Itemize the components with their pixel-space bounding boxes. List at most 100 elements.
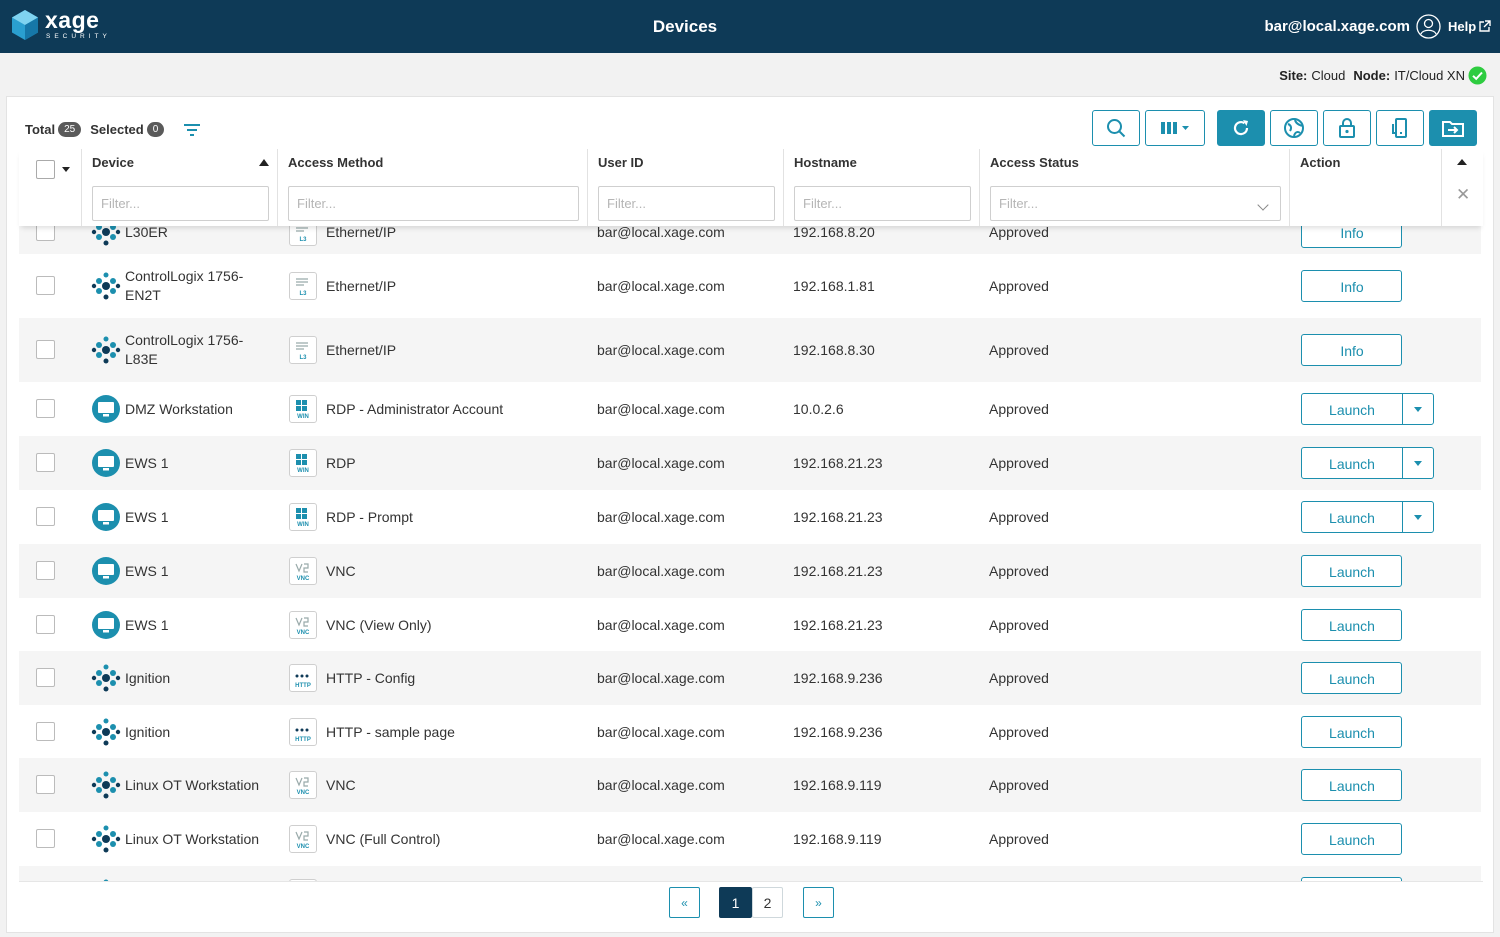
device-name[interactable]: EWS 1 [125, 562, 265, 581]
device-name[interactable]: Ignition [125, 669, 265, 688]
table-row[interactable]: VNC [19, 866, 1481, 881]
launch-button[interactable]: Launch [1301, 447, 1434, 479]
launch-button[interactable]: Launch [1301, 393, 1434, 425]
launch-button[interactable]: Launch [1301, 501, 1434, 533]
launch-options-dropdown[interactable] [1402, 448, 1433, 478]
row-checkbox[interactable] [36, 340, 55, 359]
workstation-icon [91, 556, 121, 586]
prev-page-button[interactable]: « [669, 887, 700, 918]
info-button[interactable]: Info [1301, 270, 1402, 302]
access-method-filter-input[interactable] [288, 186, 579, 221]
column-user-id[interactable]: User ID [588, 149, 784, 226]
launch-button[interactable]: Launch [1301, 823, 1402, 855]
device-name[interactable]: DMZ Workstation [125, 400, 265, 419]
protocol-tag: VNC [296, 790, 310, 796]
column-access-status-label: Access Status [990, 155, 1079, 170]
device-name[interactable]: Ignition [125, 723, 265, 742]
access-status: Approved [989, 563, 1049, 579]
user-avatar-icon[interactable] [1416, 14, 1441, 39]
table-row[interactable]: EWS 1 WIN RDP bar@local.xage.com 192.168.21.… [19, 436, 1481, 490]
access-method: VNC (View Only) [326, 616, 432, 633]
node-label: Node: [1353, 68, 1391, 83]
device-name[interactable]: Linux OT Workstation [125, 776, 265, 795]
column-access-method[interactable]: Access Method [278, 149, 588, 226]
device-name[interactable]: EWS 1 [125, 454, 265, 473]
table-row[interactable]: Linux OT Workstation VNC VNC bar@local.xage… [19, 758, 1481, 812]
sort-asc-icon[interactable] [259, 159, 269, 166]
user-id: bar@local.xage.com [597, 401, 725, 417]
row-checkbox[interactable] [36, 614, 55, 634]
column-device[interactable]: Device [82, 149, 278, 226]
device-name[interactable]: ControlLogix 1756-EN2T [125, 267, 265, 305]
row-checkbox[interactable] [36, 507, 55, 526]
access-method: Ethernet/IP [326, 224, 397, 240]
protocol-tag: VNC [296, 844, 310, 850]
protocol-tag: WIN [297, 414, 309, 420]
info-button[interactable]: Info [1301, 334, 1402, 366]
column-hostname-label: Hostname [794, 155, 857, 170]
launch-options-dropdown[interactable] [1402, 394, 1433, 424]
user-id: bar@local.xage.com [597, 455, 725, 471]
row-checkbox[interactable] [36, 721, 55, 741]
row-checkbox[interactable] [36, 775, 55, 794]
help-link[interactable]: Help [1448, 19, 1491, 34]
vnc-protocol-icon: VNC [289, 825, 317, 853]
user-id: bar@local.xage.com [597, 342, 725, 358]
http-protocol-icon: HTTP [289, 664, 317, 692]
table-row[interactable]: EWS 1 VNC VNC bar@local.xage.com 192.168.21.… [19, 544, 1481, 598]
column-hostname[interactable]: Hostname [784, 149, 980, 226]
hostname-filter-input[interactable] [794, 186, 971, 221]
top-bar: xage SECURITY Devices bar@local.xage.com… [0, 0, 1500, 53]
hostname: 192.168.21.23 [793, 509, 883, 525]
launch-button[interactable]: Launch [1301, 662, 1402, 694]
page-1-button[interactable]: 1 [719, 887, 752, 918]
access-method: VNC (Full Control) [326, 831, 441, 847]
site-node-info: Site: Cloud Node: IT/Cloud XN [1279, 66, 1487, 85]
table-row[interactable]: Ignition HTTP HTTP - sample page bar@local.… [19, 705, 1481, 758]
device-filter-input[interactable] [92, 186, 269, 221]
next-page-button[interactable]: » [803, 887, 834, 918]
protocol-tag: HTTP [295, 683, 311, 689]
row-checkbox[interactable] [36, 399, 55, 418]
user-id-filter-input[interactable] [598, 186, 775, 221]
row-checkbox[interactable] [36, 453, 55, 472]
user-id: bar@local.xage.com [597, 777, 725, 793]
table-header: Device Access Method User ID Hostname Ac… [19, 149, 1483, 226]
access-status-filter-select[interactable] [990, 186, 1281, 221]
select-all-checkbox[interactable] [36, 160, 55, 179]
access-method: RDP [326, 455, 356, 471]
table-row[interactable]: EWS 1 WIN RDP - Prompt bar@local.xage.com 19… [19, 490, 1481, 544]
device-name[interactable]: Linux OT Workstation [125, 830, 265, 849]
launch-options-dropdown[interactable] [1402, 502, 1433, 532]
table-row[interactable]: ControlLogix 1756-EN2T L3 Ethernet/IP bar@l… [19, 254, 1481, 318]
device-name[interactable]: ControlLogix 1756-L83E [125, 331, 265, 369]
select-menu-caret[interactable] [62, 167, 70, 172]
table-row[interactable]: ControlLogix 1756-L83E L3 Ethernet/IP bar@l… [19, 318, 1481, 382]
access-status: Approved [989, 455, 1049, 471]
column-access-status[interactable]: Access Status [980, 149, 1290, 226]
row-checkbox[interactable] [36, 829, 55, 848]
access-status: Approved [989, 670, 1049, 686]
device-name[interactable]: EWS 1 [125, 508, 265, 527]
page-2-button[interactable]: 2 [752, 887, 783, 918]
row-checkbox[interactable] [36, 561, 55, 580]
table-row[interactable]: Ignition HTTP HTTP - Config bar@local.xage.… [19, 651, 1481, 705]
access-status: Approved [989, 278, 1049, 294]
launch-button[interactable]: Launch [1301, 715, 1402, 748]
action-label: Launch [1329, 778, 1375, 794]
row-checkbox[interactable] [36, 276, 55, 295]
clear-filters-icon[interactable]: ✕ [1456, 185, 1470, 205]
row-checkbox[interactable] [36, 668, 55, 687]
table-row[interactable]: EWS 1 VNC VNC (View Only) bar@local.xage.co… [19, 598, 1481, 651]
user-email[interactable]: bar@local.xage.com [1264, 18, 1410, 35]
action-label: Launch [1329, 402, 1375, 418]
table-row[interactable]: Linux OT Workstation VNC VNC (Full Control… [19, 812, 1481, 866]
device-name[interactable]: EWS 1 [125, 616, 265, 635]
launch-button[interactable]: Launch [1301, 608, 1402, 641]
access-status: Approved [989, 342, 1049, 358]
column-action: Action [1290, 149, 1442, 226]
launch-button[interactable]: Launch [1301, 555, 1402, 587]
table-row[interactable]: DMZ Workstation WIN RDP - Administrator Ac… [19, 382, 1481, 436]
collapse-icon[interactable] [1457, 159, 1467, 165]
launch-button[interactable]: Launch [1301, 769, 1402, 801]
